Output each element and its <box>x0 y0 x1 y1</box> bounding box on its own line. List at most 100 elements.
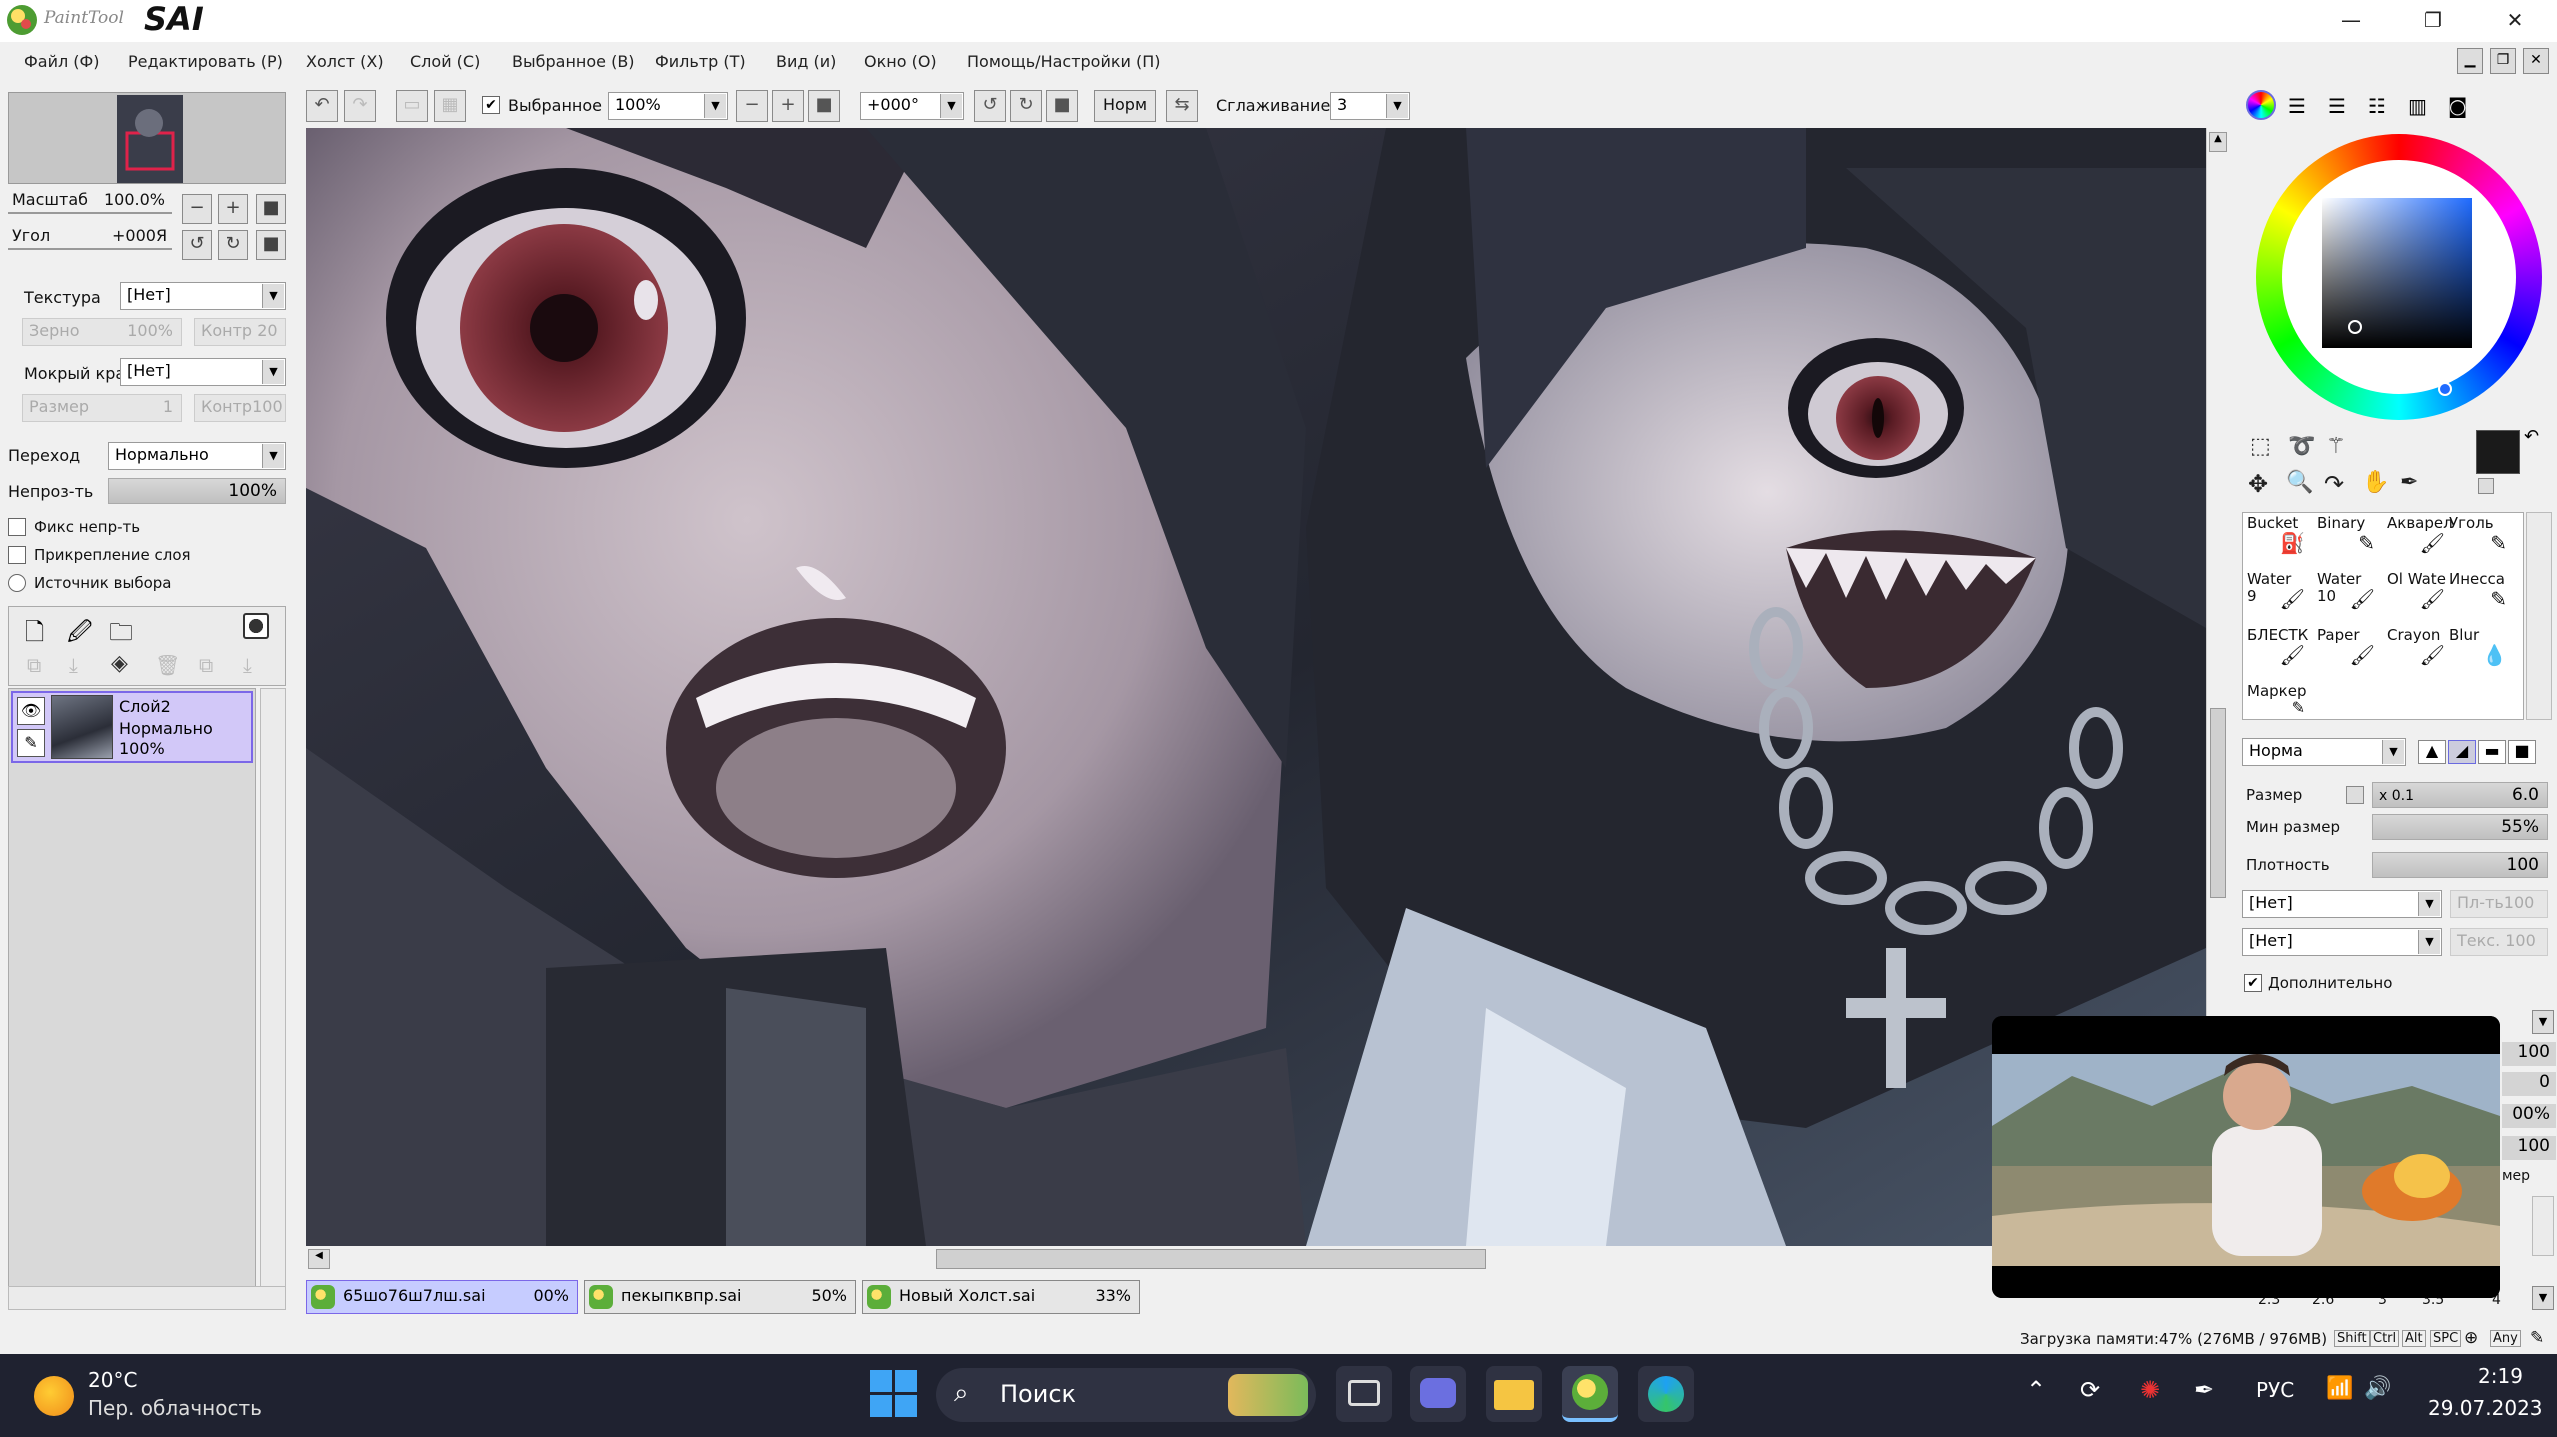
menu-selection[interactable]: Выбранное (В) <box>512 52 635 71</box>
lasso-icon[interactable]: ➰ <box>2288 434 2315 459</box>
selection-visible-checkbox[interactable]: ✔ <box>482 96 500 114</box>
menu-filter[interactable]: Фильтр (Т) <box>655 52 746 71</box>
toolbar-rotate-reset-button[interactable]: ■ <box>1046 90 1078 122</box>
magic-wand-icon[interactable]: ⚚ <box>2326 434 2346 459</box>
brush-slot[interactable]: Water 10 🖌 <box>2317 571 2385 627</box>
layer-list-hscrollbar[interactable] <box>8 1286 286 1310</box>
zoom-reset-button[interactable]: ■ <box>256 194 286 224</box>
weather-temperature[interactable]: 20°C <box>88 1368 137 1392</box>
saturation-value-square[interactable] <box>2322 198 2472 348</box>
brush-slot[interactable]: Paper 🖌 <box>2317 627 2385 683</box>
hsv-sliders-icon[interactable]: ☰ <box>2328 94 2346 118</box>
brush-shape-soft-icon[interactable]: ◢ <box>2448 740 2476 764</box>
rectangle-select-icon[interactable]: ⬚ <box>2250 434 2271 459</box>
close-button[interactable]: ✕ <box>2474 0 2556 42</box>
brush-slot[interactable]: Water 9 🖌 <box>2247 571 2315 627</box>
menu-help[interactable]: Помощь/Настройки (П) <box>967 52 1161 71</box>
size-range-icon[interactable] <box>2346 786 2364 804</box>
clip-layer-checkbox[interactable] <box>8 546 26 564</box>
new-vector-layer-icon[interactable]: 🖉 <box>67 615 93 656</box>
brush-grid-scrollbar[interactable] <box>2526 512 2552 720</box>
rotate-tool-icon[interactable]: ↷ <box>2324 470 2344 498</box>
scratchpad-icon[interactable]: ◙ <box>2448 94 2467 118</box>
swap-colors-icon[interactable]: ↶ <box>2524 426 2539 447</box>
swatches-icon[interactable]: ☷ <box>2368 94 2386 118</box>
language-indicator[interactable]: РУС <box>2256 1378 2294 1402</box>
windows-start-icon[interactable] <box>870 1370 918 1418</box>
brush-slot[interactable]: Уголь ✎ <box>2449 515 2517 571</box>
eye-icon[interactable]: 👁 <box>17 697 45 725</box>
brush-slot[interactable]: БЛЕСТК 🖌 <box>2247 627 2315 683</box>
wifi-icon[interactable]: 📶 <box>2326 1376 2353 1401</box>
hand-icon[interactable]: ✋ <box>2362 470 2389 495</box>
painttool-sai-taskbar-icon[interactable] <box>1562 1366 1618 1422</box>
menu-window[interactable]: Окно (О) <box>864 52 937 71</box>
sync-icon[interactable]: ⟳ <box>2080 1376 2100 1404</box>
redo-button[interactable]: ↷ <box>344 90 376 122</box>
chevron-down-icon[interactable]: ▼ <box>2532 1286 2554 1310</box>
weather-description[interactable]: Пер. облачность <box>88 1396 262 1420</box>
toolbar-rotate-right-button[interactable]: ↻ <box>1010 90 1042 122</box>
brush-size-slider[interactable]: x 0.1 6.0 <box>2372 782 2548 808</box>
layer-list-scrollbar[interactable] <box>260 688 286 1306</box>
toolbar-zoom-reset-button[interactable]: ■ <box>808 90 840 122</box>
selection-source-radio[interactable] <box>8 574 26 592</box>
eyedropper-icon[interactable]: ✒ <box>2400 470 2418 495</box>
toolbar-zoom-in-button[interactable]: + <box>772 90 804 122</box>
restore-button[interactable]: ❐ <box>2392 0 2474 42</box>
vertical-scroll-thumb[interactable] <box>2210 708 2226 898</box>
tray-app-icon[interactable]: ✺ <box>2140 1376 2160 1404</box>
brush-mode-select[interactable]: Норма ▼ <box>2242 738 2406 766</box>
layer-mask-icon[interactable] <box>243 613 269 639</box>
toolbar-rotate-left-button[interactable]: ↺ <box>974 90 1006 122</box>
navigator-thumbnail[interactable] <box>8 92 286 184</box>
mdi-minimize-button[interactable]: ▁ <box>2457 48 2483 74</box>
palette-icon[interactable]: ▥ <box>2408 94 2427 118</box>
advanced-checkbox[interactable]: ✔ <box>2244 974 2262 992</box>
zoom-select[interactable]: 100% ▼ <box>608 92 728 120</box>
wet-edge-select[interactable]: [Нет] ▼ <box>120 358 286 386</box>
rotate-reset-button[interactable]: ■ <box>256 230 286 260</box>
brush-slot[interactable]: Маркер ✎ <box>2247 683 2315 739</box>
chevron-down-icon[interactable]: ▼ <box>2532 1010 2554 1034</box>
minimize-button[interactable]: — <box>2310 0 2392 42</box>
clock-date[interactable]: 29.07.2023 <box>2428 1396 2543 1420</box>
menu-view[interactable]: Вид (и) <box>776 52 836 71</box>
menu-canvas[interactable]: Холст (Х) <box>306 52 384 71</box>
scroll-left-icon[interactable]: ◀ <box>308 1249 330 1269</box>
zoom-tool-icon[interactable]: 🔍 <box>2286 470 2313 495</box>
primary-color-swatch[interactable] <box>2476 430 2520 474</box>
taskbar-search-box[interactable]: ⌕ Поиск <box>936 1368 1316 1422</box>
opacity-slider[interactable]: 100% <box>108 478 286 504</box>
menu-file[interactable]: Файл (Ф) <box>24 52 100 71</box>
brush-slot[interactable]: Bucket ⛽ <box>2247 515 2315 571</box>
brush-texture-select[interactable]: [Нет] ▼ <box>2242 928 2442 956</box>
brush-slot[interactable]: Blur 💧 <box>2449 627 2517 683</box>
invert-selection-button[interactable]: ▦ <box>434 90 466 122</box>
doc-tab[interactable]: пекыпквпр.sai 50% <box>584 1280 856 1314</box>
brush-shape-round-icon[interactable]: ▲ <box>2418 740 2446 764</box>
brush-lock-icon[interactable]: ✎ <box>17 729 45 757</box>
scroll-up-icon[interactable]: ▲ <box>2209 132 2227 152</box>
file-explorer-icon[interactable] <box>1486 1366 1542 1422</box>
zoom-in-button[interactable]: + <box>218 194 248 224</box>
color-wheel-tab-icon[interactable] <box>2246 90 2276 120</box>
reset-colors-icon[interactable] <box>2478 478 2494 494</box>
horizontal-scroll-thumb[interactable] <box>936 1249 1486 1269</box>
new-layer-icon[interactable]: 🗋 <box>25 615 44 656</box>
min-size-slider[interactable]: 55% <box>2372 814 2548 840</box>
blend-mode-select[interactable]: Нормально ▼ <box>108 442 286 470</box>
webcam-video-overlay[interactable] <box>1992 1016 2500 1298</box>
rgb-sliders-icon[interactable]: ☰ <box>2288 94 2306 118</box>
pen-tray-icon[interactable]: ✒ <box>2194 1376 2214 1404</box>
new-folder-icon[interactable]: 🗀 <box>109 615 133 656</box>
volume-icon[interactable]: 🔊 <box>2364 1376 2391 1401</box>
stabilizer-select[interactable]: 3 ▼ <box>1330 92 1410 120</box>
canvas-horizontal-scrollbar[interactable]: ◀ <box>306 1246 2206 1272</box>
task-view-icon[interactable] <box>1336 1366 1392 1422</box>
chevron-up-icon[interactable]: ⌃ <box>2026 1376 2046 1404</box>
clear-layer-icon[interactable]: ◈ <box>111 651 128 676</box>
toolbar-zoom-out-button[interactable]: − <box>736 90 768 122</box>
color-picker-cursor[interactable] <box>2348 320 2362 334</box>
brush-shape-flat-icon[interactable]: ▬ <box>2478 740 2506 764</box>
